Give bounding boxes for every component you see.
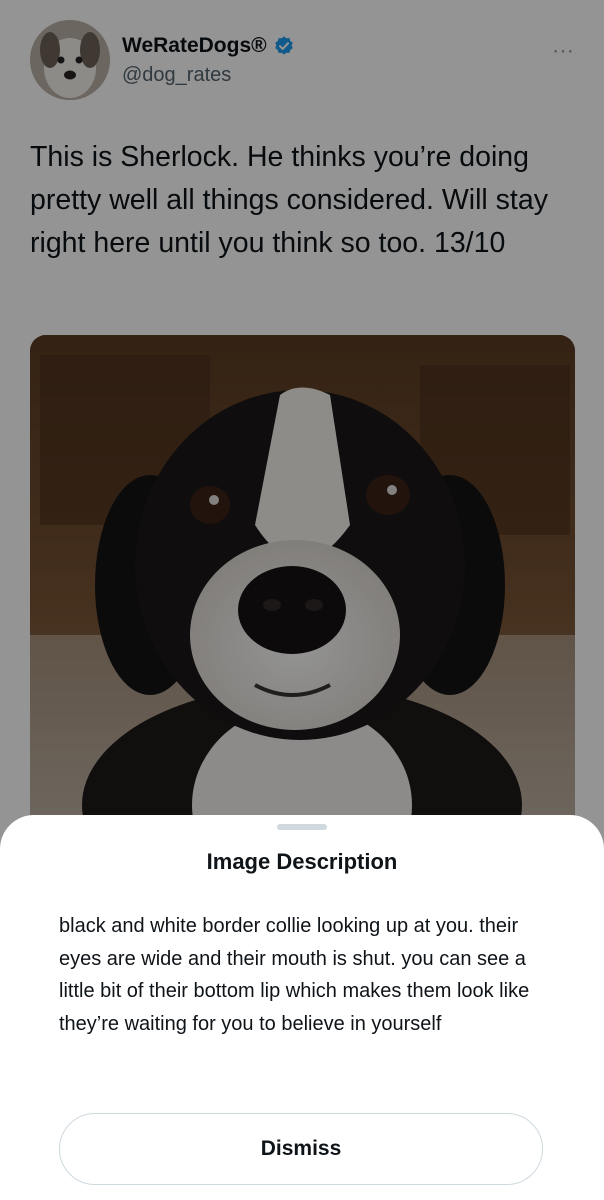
- dismiss-button[interactable]: Dismiss: [59, 1113, 543, 1185]
- image-description-sheet: Image Description black and white border…: [0, 815, 604, 1200]
- image-description-text: black and white border collie looking up…: [59, 915, 530, 1035]
- sheet-title: Image Description: [206, 849, 398, 874]
- sheet-drag-handle[interactable]: [277, 824, 327, 830]
